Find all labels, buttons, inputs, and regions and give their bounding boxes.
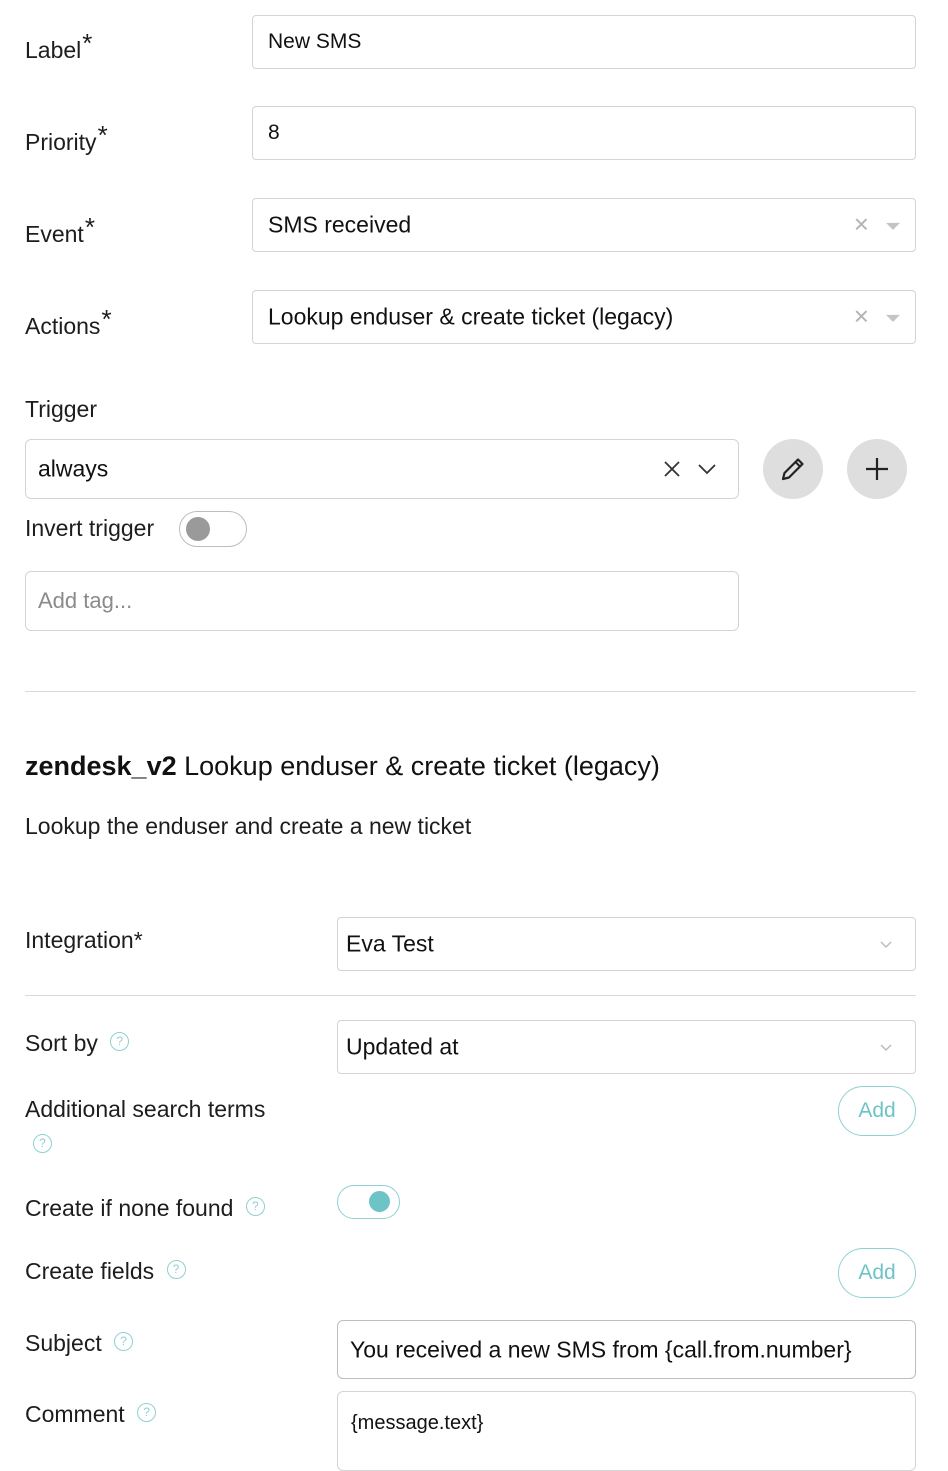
invert-trigger-label: Invert trigger: [25, 515, 155, 541]
actions-select[interactable]: Lookup enduser & create ticket (legacy) …: [252, 290, 916, 344]
trigger-select[interactable]: always: [25, 439, 739, 499]
caret-down-icon[interactable]: [886, 314, 900, 322]
comment-textarea[interactable]: {message.text}: [337, 1391, 916, 1471]
edit-trigger-button[interactable]: [763, 439, 823, 499]
label-field-label: Label*: [25, 28, 93, 63]
label-input-value: New SMS: [268, 30, 362, 53]
add-create-field-button[interactable]: Add: [838, 1248, 916, 1298]
trigger-select-value: always: [38, 455, 109, 482]
help-icon[interactable]: ?: [137, 1403, 157, 1423]
trigger-label: Trigger: [25, 396, 97, 422]
clear-icon[interactable]: ✕: [853, 213, 870, 238]
plus-icon: [866, 458, 888, 480]
create-if-none-label: Create if none found ?: [25, 1195, 265, 1222]
add-tag-input[interactable]: Add tag...: [25, 571, 739, 631]
action-name: Lookup enduser & create ticket (legacy): [184, 751, 660, 781]
action-description: Lookup the enduser and create a new tick…: [25, 813, 472, 839]
toggle-knob: [186, 517, 210, 541]
help-icon[interactable]: ?: [33, 1134, 52, 1153]
action-section-title: zendesk_v2 Lookup enduser & create ticke…: [25, 751, 660, 782]
search-terms-label: Additional search terms: [25, 1096, 266, 1122]
priority-input[interactable]: 8: [252, 106, 916, 160]
help-icon[interactable]: ?: [245, 1197, 265, 1217]
comment-textarea-value: {message.text}: [351, 1412, 484, 1434]
subject-input[interactable]: You received a new SMS from {call.from.n…: [337, 1320, 916, 1379]
event-select-value: SMS received: [268, 211, 412, 238]
chevron-down-icon[interactable]: [696, 458, 718, 480]
chevron-down-icon[interactable]: [878, 936, 894, 952]
create-if-none-toggle[interactable]: [337, 1185, 400, 1219]
priority-input-value: 8: [268, 121, 280, 144]
add-trigger-button[interactable]: [847, 439, 907, 499]
sort-by-select-value: Updated at: [346, 1033, 459, 1060]
add-search-term-button[interactable]: Add: [838, 1086, 916, 1136]
integration-select[interactable]: Eva Test: [337, 917, 916, 971]
clear-icon[interactable]: [662, 459, 682, 479]
sort-by-select[interactable]: Updated at: [337, 1020, 916, 1074]
add-tag-placeholder: Add tag...: [38, 588, 133, 613]
toggle-knob: [369, 1191, 390, 1212]
sort-by-label: Sort by ?: [25, 1030, 130, 1057]
help-icon[interactable]: ?: [110, 1032, 130, 1052]
integration-select-value: Eva Test: [346, 930, 434, 957]
event-field-label: Event*: [25, 212, 95, 247]
priority-field-label: Priority*: [25, 120, 108, 155]
actions-field-label: Actions*: [25, 304, 112, 339]
subject-input-value: You received a new SMS from {call.from.n…: [350, 1336, 852, 1362]
integration-divider: [25, 995, 916, 996]
label-input[interactable]: New SMS: [252, 15, 916, 69]
comment-label: Comment ?: [25, 1401, 157, 1428]
actions-select-value: Lookup enduser & create ticket (legacy): [268, 303, 674, 330]
section-divider: [25, 691, 916, 692]
invert-trigger-toggle[interactable]: [179, 511, 247, 547]
help-icon[interactable]: ?: [114, 1332, 134, 1352]
pencil-icon: [781, 458, 804, 481]
event-select[interactable]: SMS received ✕: [252, 198, 916, 252]
help-icon[interactable]: ?: [166, 1260, 186, 1280]
integration-code: zendesk_v2: [25, 751, 177, 781]
clear-icon[interactable]: ✕: [853, 305, 870, 330]
chevron-down-icon[interactable]: [878, 1039, 894, 1055]
integration-label: Integration*: [25, 927, 143, 953]
create-fields-label: Create fields ?: [25, 1258, 186, 1285]
subject-label: Subject ?: [25, 1330, 134, 1357]
caret-down-icon[interactable]: [886, 222, 900, 230]
